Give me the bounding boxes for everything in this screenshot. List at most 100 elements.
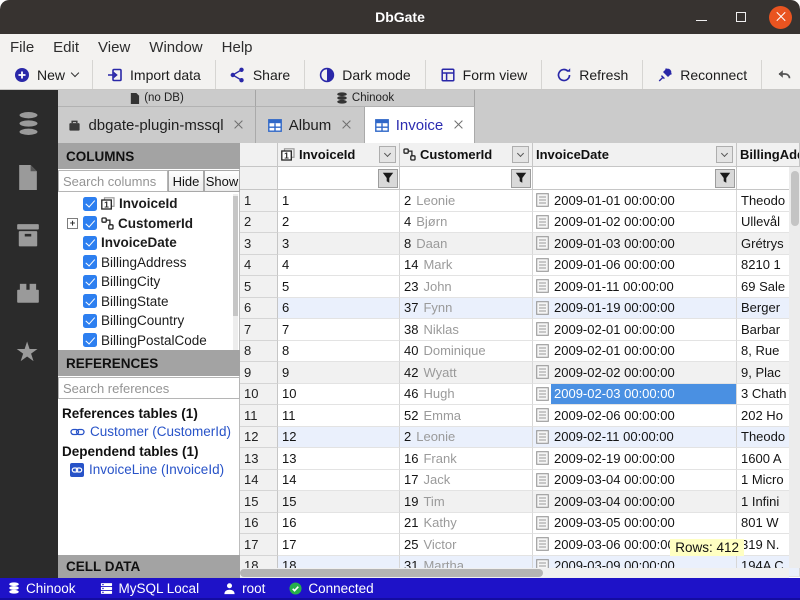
row-number-cell[interactable]: 14: [240, 470, 278, 492]
column-list-item-customerid[interactable]: +CustomerId: [58, 214, 234, 234]
close-button[interactable]: [769, 6, 792, 29]
menu-item-help[interactable]: Help: [222, 39, 253, 56]
column-checkbox[interactable]: [83, 236, 97, 250]
vertical-scrollbar[interactable]: [789, 167, 800, 568]
customer-id-cell[interactable]: 8Daan: [400, 233, 533, 255]
filter-menu-button[interactable]: [511, 169, 531, 188]
column-menu-button[interactable]: [716, 146, 733, 163]
customer-id-cell[interactable]: 4Bjørn: [400, 212, 533, 234]
hide-columns-button[interactable]: Hide: [168, 170, 204, 192]
search-references-input[interactable]: [58, 377, 240, 399]
show-columns-button[interactable]: Show: [204, 170, 240, 192]
tab-invoice[interactable]: Invoice: [365, 107, 475, 143]
minimize-button[interactable]: [689, 5, 713, 29]
row-number-cell[interactable]: 5: [240, 276, 278, 298]
invoice-date-cell[interactable]: 2009-02-02 00:00:00: [533, 362, 737, 384]
column-list-item-invoiceid[interactable]: 1InvoiceId: [58, 194, 234, 214]
row-number-cell[interactable]: 3: [240, 233, 278, 255]
row-number-cell[interactable]: 2: [240, 212, 278, 234]
search-columns-input[interactable]: [58, 170, 168, 192]
row-number-cell[interactable]: 17: [240, 534, 278, 556]
row-number-cell[interactable]: 12: [240, 427, 278, 449]
column-checkbox[interactable]: [83, 314, 97, 328]
statusbar-item-root[interactable]: root: [223, 581, 265, 596]
activity-bar-item-databases[interactable]: [15, 110, 42, 142]
tab-close-icon[interactable]: [340, 119, 352, 131]
column-menu-button[interactable]: [379, 146, 396, 163]
column-list-item-billingpostalcode[interactable]: BillingPostalCode: [58, 331, 234, 351]
toolbar-button-new[interactable]: New: [0, 60, 93, 89]
row-number-cell[interactable]: 10: [240, 384, 278, 406]
invoice-id-cell[interactable]: 9: [278, 362, 400, 384]
toolbar-button-undo[interactable]: Undo: [762, 60, 800, 89]
column-checkbox[interactable]: [83, 197, 97, 211]
invoice-id-cell[interactable]: 14: [278, 470, 400, 492]
invoice-date-cell[interactable]: 2009-02-06 00:00:00: [533, 405, 737, 427]
row-number-cell[interactable]: 9: [240, 362, 278, 384]
invoice-date-cell[interactable]: 2009-03-05 00:00:00: [533, 513, 737, 535]
invoice-date-cell[interactable]: 2009-02-01 00:00:00: [533, 319, 737, 341]
invoice-date-cell[interactable]: 2009-01-03 00:00:00: [533, 233, 737, 255]
invoice-date-cell[interactable]: 2009-03-04 00:00:00: [533, 491, 737, 513]
expand-plus-icon[interactable]: +: [67, 218, 78, 229]
invoice-date-cell[interactable]: 2009-01-06 00:00:00: [533, 255, 737, 277]
column-list-item-billingstate[interactable]: BillingState: [58, 292, 234, 312]
tab-dbgate-plugin-mssql[interactable]: dbgate-plugin-mssql: [58, 107, 256, 143]
column-list-item-invoicedate[interactable]: InvoiceDate: [58, 233, 234, 253]
menu-item-view[interactable]: View: [98, 39, 130, 56]
invoice-id-cell[interactable]: 11: [278, 405, 400, 427]
row-number-cell[interactable]: 16: [240, 513, 278, 535]
invoice-id-cell[interactable]: 5: [278, 276, 400, 298]
vertical-scrollbar-thumb[interactable]: [791, 171, 799, 226]
column-list-item-billingcountry[interactable]: BillingCountry: [58, 311, 234, 331]
activity-bar-item-archive[interactable]: [15, 223, 41, 253]
filter-menu-button[interactable]: [378, 169, 398, 188]
customer-id-cell[interactable]: 25Victor: [400, 534, 533, 556]
invoice-id-cell[interactable]: 12: [278, 427, 400, 449]
column-checkbox[interactable]: [83, 255, 97, 269]
customer-id-cell[interactable]: 16Frank: [400, 448, 533, 470]
customer-id-cell[interactable]: 2Leonie: [400, 190, 533, 212]
row-number-cell[interactable]: 11: [240, 405, 278, 427]
column-header-invoiceid[interactable]: 1InvoiceId: [278, 143, 400, 167]
column-checkbox[interactable]: [83, 216, 97, 230]
activity-bar-item-files[interactable]: [15, 164, 40, 196]
horizontal-scrollbar[interactable]: [240, 568, 789, 578]
customer-id-cell[interactable]: 19Tim: [400, 491, 533, 513]
statusbar-item-chinook[interactable]: Chinook: [8, 581, 76, 596]
row-number-cell[interactable]: 15: [240, 491, 278, 513]
invoice-id-cell[interactable]: 16: [278, 513, 400, 535]
activity-bar-item-favorites[interactable]: ★: [15, 339, 39, 366]
invoice-id-cell[interactable]: 10: [278, 384, 400, 406]
tab-album[interactable]: Album: [256, 107, 365, 143]
customer-id-cell[interactable]: 21Kathy: [400, 513, 533, 535]
row-number-cell[interactable]: 8: [240, 341, 278, 363]
statusbar-item-mysql-local[interactable]: MySQL Local: [100, 581, 200, 596]
row-number-cell[interactable]: 1: [240, 190, 278, 212]
toolbar-button-import-data[interactable]: Import data: [93, 60, 216, 89]
customer-id-cell[interactable]: 38Niklas: [400, 319, 533, 341]
customer-id-cell[interactable]: 17Jack: [400, 470, 533, 492]
statusbar-item-connected[interactable]: Connected: [289, 581, 373, 596]
filter-input-customerid[interactable]: [400, 167, 511, 189]
reference-link[interactable]: InvoiceLine (InvoiceId): [70, 462, 238, 477]
customer-id-cell[interactable]: 23John: [400, 276, 533, 298]
column-header-billingaddress[interactable]: BillingAddress: [737, 143, 800, 167]
customer-id-cell[interactable]: 2Leonie: [400, 427, 533, 449]
reference-link[interactable]: Customer (CustomerId): [70, 424, 238, 439]
column-header-customerid[interactable]: CustomerId: [400, 143, 533, 167]
toolbar-button-refresh[interactable]: Refresh: [542, 60, 643, 89]
customer-id-cell[interactable]: 40Dominique: [400, 341, 533, 363]
invoice-id-cell[interactable]: 6: [278, 298, 400, 320]
invoice-id-cell[interactable]: 7: [278, 319, 400, 341]
column-checkbox[interactable]: [83, 333, 97, 347]
menu-item-edit[interactable]: Edit: [53, 39, 79, 56]
row-number-cell[interactable]: 13: [240, 448, 278, 470]
row-number-cell[interactable]: 4: [240, 255, 278, 277]
column-checkbox[interactable]: [83, 294, 97, 308]
toolbar-button-reconnect[interactable]: Reconnect: [643, 60, 762, 89]
invoice-date-cell[interactable]: 2009-02-11 00:00:00: [533, 427, 737, 449]
customer-id-cell[interactable]: 14Mark: [400, 255, 533, 277]
invoice-date-cell[interactable]: 2009-01-02 00:00:00: [533, 212, 737, 234]
horizontal-scrollbar-thumb[interactable]: [240, 569, 543, 577]
